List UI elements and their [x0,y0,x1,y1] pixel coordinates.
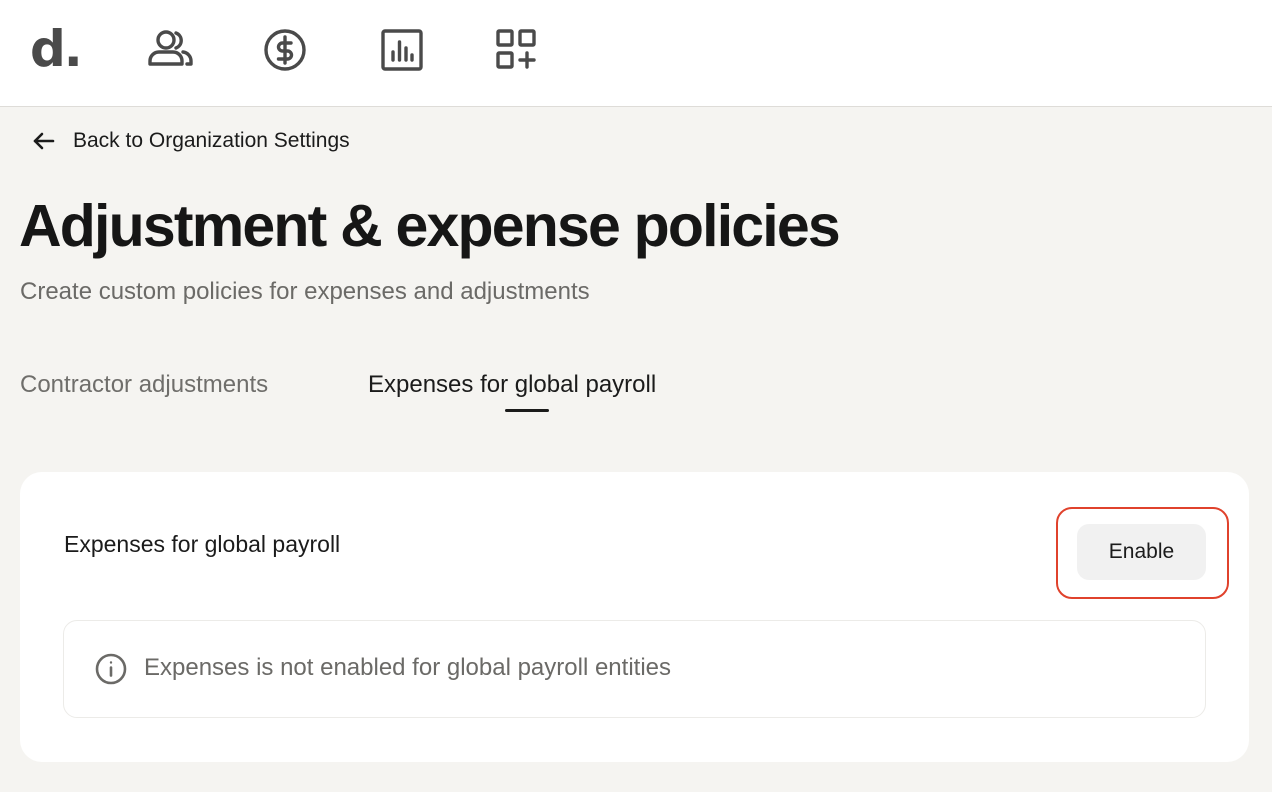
dollar-circle-icon[interactable] [261,28,309,72]
tab-contractor-adjustments[interactable]: Contractor adjustments [20,368,268,402]
expenses-for-global-payroll-card: Expenses for global payroll Enable Expen… [20,472,1249,762]
page-subtitle: Create custom policies for expenses and … [20,278,590,305]
card-title: Expenses for global payroll [64,531,341,557]
arrow-left-icon [33,132,55,150]
top-navigation-bar: d. [0,0,1272,107]
info-message: Expenses is not enabled for global payro… [144,654,671,681]
active-tab-indicator [505,409,549,412]
tab-expenses-for-global-payroll[interactable]: Expenses for global payroll [368,368,656,402]
logo[interactable]: d. [30,22,83,76]
back-link-label: Back to Organization Settings [73,129,350,152]
apps-add-icon[interactable] [493,28,541,72]
people-icon[interactable] [146,28,194,72]
page-title: Adjustment & expense policies [19,193,841,259]
info-notice: Expenses is not enabled for global payro… [63,620,1206,718]
info-icon [94,652,128,686]
back-to-organization-settings-link[interactable]: Back to Organization Settings [30,124,350,158]
enable-button[interactable]: Enable [1077,524,1206,580]
bar-chart-icon[interactable] [378,28,426,72]
